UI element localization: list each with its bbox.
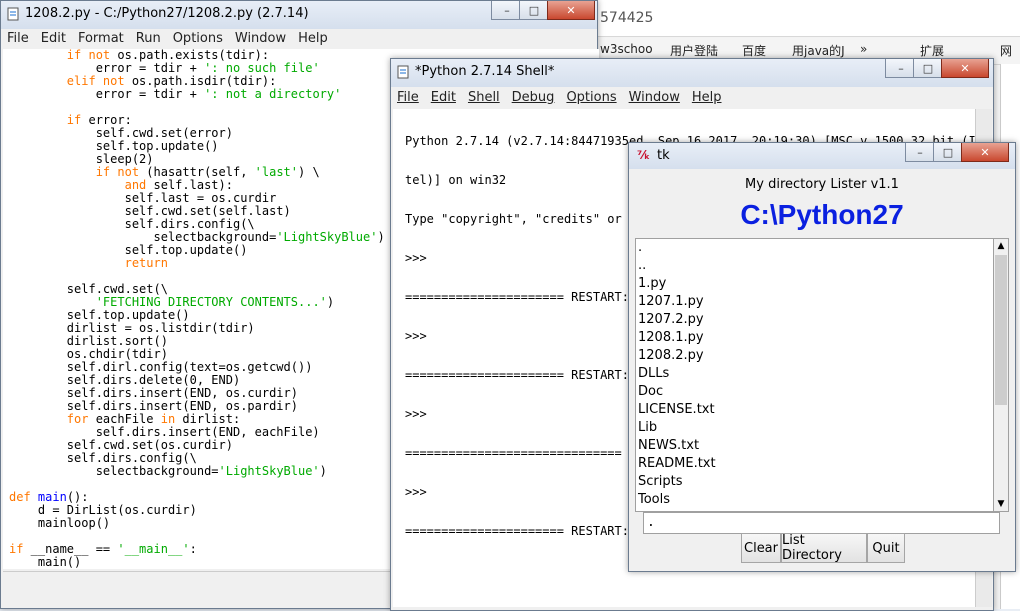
menu-debug[interactable]: Debug [506, 89, 561, 107]
menu-options[interactable]: Options [167, 30, 229, 48]
tk-subtitle: My directory Lister v1.1 [745, 177, 899, 192]
clear-button[interactable]: Clear [741, 533, 781, 563]
menu-run[interactable]: Run [130, 30, 167, 48]
list-item[interactable]: 1207.1.py [636, 293, 994, 311]
list-item[interactable]: 1.py [636, 275, 994, 293]
scrollbar-thumb[interactable] [995, 255, 1007, 405]
shell-title-bar[interactable]: *Python 2.7.14 Shell* – □ ✕ [391, 59, 993, 87]
menu-help[interactable]: Help [292, 30, 334, 48]
list-item[interactable]: 1208.2.py [636, 347, 994, 365]
bookmark-baidu[interactable]: 百度 [742, 42, 766, 59]
close-button[interactable]: ✕ [547, 1, 595, 20]
editor-title: 1208.2.py - C:/Python27/1208.2.py (2.7.1… [25, 6, 309, 21]
maximize-button[interactable]: □ [933, 143, 963, 162]
scroll-down-icon[interactable]: ▼ [995, 497, 1007, 511]
menu-shell[interactable]: Shell [462, 89, 506, 107]
tk-directory-heading: C:\Python27 [740, 199, 904, 230]
editor-title-bar[interactable]: 1208.2.py - C:/Python27/1208.2.py (2.7.1… [1, 1, 597, 29]
list-item[interactable]: Tools [636, 491, 994, 509]
menu-options[interactable]: Options [560, 89, 622, 107]
idle-file-icon [7, 7, 19, 21]
list-item[interactable]: Lib [636, 419, 994, 437]
list-item[interactable]: README.txt [636, 455, 994, 473]
minimize-button[interactable]: – [905, 143, 935, 162]
bookmark-w3school[interactable]: w3schoo [600, 42, 653, 56]
background-tab-strip: 574425 [560, 0, 1020, 37]
scroll-up-icon[interactable]: ▲ [995, 239, 1007, 253]
list-item[interactable]: . [636, 239, 994, 257]
maximize-button[interactable]: □ [519, 1, 549, 20]
editor-menubar: File Edit Format Run Options Window Help [1, 30, 597, 48]
bookmark-login[interactable]: 用户登陆 [670, 42, 718, 59]
bookmark-more[interactable]: » [860, 42, 867, 56]
shell-menubar: File Edit Shell Debug Options Window Hel… [391, 89, 993, 107]
close-button[interactable]: ✕ [961, 143, 1009, 162]
tk-feather-icon: ⁷⁄ₖ [637, 148, 651, 162]
maximize-button[interactable]: □ [913, 59, 943, 78]
list-item[interactable]: LICENSE.txt [636, 401, 994, 419]
list-item[interactable]: 1207.2.py [636, 311, 994, 329]
tk-window: ⁷⁄ₖ tk – □ ✕ My directory Lister v1.1 C:… [628, 142, 1016, 572]
list-item[interactable]: NEWS.txt [636, 437, 994, 455]
tk-title: tk [657, 148, 670, 163]
tk-title-bar[interactable]: ⁷⁄ₖ tk – □ ✕ [629, 143, 1015, 169]
list-item[interactable]: Scripts [636, 473, 994, 491]
close-button[interactable]: ✕ [941, 59, 989, 78]
menu-edit[interactable]: Edit [35, 30, 72, 48]
list-item[interactable]: DLLs [636, 365, 994, 383]
list-item[interactable]: Doc [636, 383, 994, 401]
bookmark-extensions[interactable]: 扩展 [920, 42, 944, 59]
menu-window[interactable]: Window [623, 89, 686, 107]
directory-listbox[interactable]: . .. 1.py 1207.1.py 1207.2.py 1208.1.py … [635, 238, 995, 512]
list-item[interactable]: .. [636, 257, 994, 275]
menu-file[interactable]: File [1, 30, 35, 48]
bookmark-java[interactable]: 用java的J [792, 42, 845, 59]
shell-title: *Python 2.7.14 Shell* [415, 64, 555, 79]
idle-shell-icon [397, 65, 409, 79]
menu-window[interactable]: Window [229, 30, 292, 48]
listbox-scrollbar[interactable]: ▲ ▼ [993, 238, 1009, 512]
menu-format[interactable]: Format [72, 30, 130, 48]
menu-file[interactable]: File [391, 89, 425, 107]
menu-help[interactable]: Help [686, 89, 728, 107]
list-item[interactable]: 1208.1.py [636, 329, 994, 347]
background-tab-text: 574425 [600, 10, 654, 26]
quit-button[interactable]: Quit [867, 533, 905, 563]
list-directory-button[interactable]: List Directory [781, 533, 867, 563]
menu-edit[interactable]: Edit [425, 89, 462, 107]
bookmark-net[interactable]: 网 [1000, 42, 1012, 59]
directory-entry[interactable]: . [643, 512, 1000, 534]
